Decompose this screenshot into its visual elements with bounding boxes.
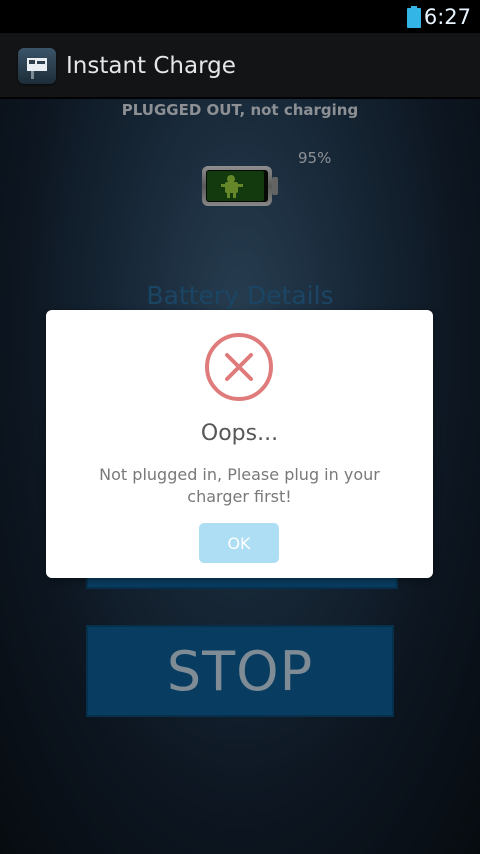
ok-button-label: OK xyxy=(227,533,251,553)
charger-flag-icon xyxy=(27,58,47,79)
battery-status-icon xyxy=(407,6,421,28)
dialog-title: Oops... xyxy=(200,421,279,446)
app-title: Instant Charge xyxy=(66,53,236,79)
ok-button[interactable]: OK xyxy=(199,523,279,563)
error-x-icon xyxy=(205,333,273,401)
action-bar: Instant Charge xyxy=(0,33,480,99)
dialog-message: Not plugged in, Please plug in your char… xyxy=(99,465,380,506)
error-dialog: Oops... Not plugged in, Please plug in y… xyxy=(46,310,433,578)
clock: 6:27 xyxy=(423,5,471,29)
status-bar: 6:27 xyxy=(0,0,480,33)
app-icon[interactable] xyxy=(18,48,56,84)
